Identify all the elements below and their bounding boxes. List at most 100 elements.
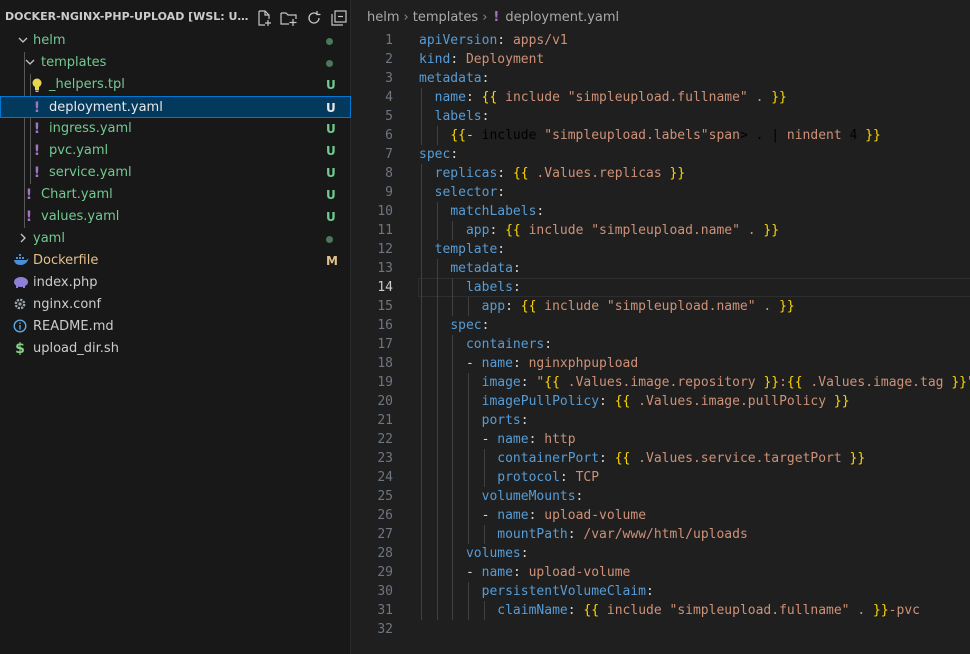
code-line[interactable]: 32 <box>351 620 970 639</box>
workspace-title[interactable]: DOCKER-NGINX-PHP-UPLOAD [WSL: UBU... <box>5 10 251 23</box>
yaml-file-icon: ! <box>33 100 41 116</box>
code-line[interactable]: 11 app: {{ include "simpleupload.name" .… <box>351 221 970 240</box>
code-line[interactable]: 21 ports: <box>351 411 970 430</box>
tree-item-helm[interactable]: helm <box>0 30 351 52</box>
code-line[interactable]: 9 selector: <box>351 183 970 202</box>
info-icon <box>13 319 27 335</box>
code-line[interactable]: 25 volumeMounts: <box>351 487 970 506</box>
line-number: 9 <box>385 185 393 200</box>
new-folder-icon[interactable] <box>280 9 298 27</box>
code-line[interactable]: 22 - name: http <box>351 430 970 449</box>
refresh-icon[interactable] <box>305 9 323 27</box>
line-number: 23 <box>377 451 393 466</box>
line-number: 8 <box>385 166 393 181</box>
tree-item-label: service.yaml <box>49 165 132 180</box>
shell-script-icon: $ <box>15 341 25 357</box>
code-line[interactable]: 29 - name: upload-volume <box>351 563 970 582</box>
code-line[interactable]: 16 spec: <box>351 316 970 335</box>
code-text: - name: upload-volume <box>465 565 631 580</box>
code-line[interactable]: 4 name: {{ include "simpleupload.fullnam… <box>351 88 970 107</box>
tree-item-nginx-conf[interactable]: nginx.conf <box>0 294 351 316</box>
breadcrumb-item[interactable]: helm <box>367 10 400 25</box>
code-line[interactable]: 3 metadata: <box>351 69 970 88</box>
code-line[interactable]: 10 matchLabels: <box>351 202 970 221</box>
line-number: 27 <box>377 527 393 542</box>
code-line[interactable]: 14 labels: <box>351 278 970 297</box>
code-text: persistentVolumeClaim: <box>481 584 654 599</box>
code-text: {{- include "simpleupload.labels"span> .… <box>450 128 881 143</box>
explorer-sidebar: DOCKER-NGINX-PHP-UPLOAD [WSL: UBU... hel… <box>0 0 351 654</box>
line-number: 1 <box>385 33 393 48</box>
code-line[interactable]: 12 template: <box>351 240 970 259</box>
code-line[interactable]: 8 replicas: {{ .Values.replicas }} <box>351 164 970 183</box>
breadcrumb-item[interactable]: templates <box>413 10 478 25</box>
git-status-badge: U <box>326 144 336 158</box>
tree-item-readme[interactable]: README.md <box>0 316 351 338</box>
code-line[interactable]: 7 spec: <box>351 145 970 164</box>
code-text: replicas: {{ .Values.replicas }} <box>434 166 686 181</box>
code-line[interactable]: 28 volumes: <box>351 544 970 563</box>
code-line[interactable]: 27 mountPath: /var/www/html/uploads <box>351 525 970 544</box>
code-line[interactable]: 1 apiVersion: apps/v1 <box>351 31 970 50</box>
code-text: claimName: {{ include "simpleupload.full… <box>497 603 920 618</box>
code-line[interactable]: 23 containerPort: {{ .Values.service.tar… <box>351 449 970 468</box>
tree-item-label: upload_dir.sh <box>33 341 119 356</box>
code-line[interactable]: 30 persistentVolumeClaim: <box>351 582 970 601</box>
code-text: metadata: <box>419 71 490 86</box>
code-line[interactable]: 15 app: {{ include "simpleupload.name" .… <box>351 297 970 316</box>
code-line[interactable]: 19 image: "{{ .Values.image.repository }… <box>351 373 970 392</box>
chevron-right-icon: › <box>403 10 409 25</box>
code-text: spec: <box>419 147 459 162</box>
new-file-icon[interactable] <box>255 9 273 27</box>
code-line[interactable]: 17 containers: <box>351 335 970 354</box>
code-line[interactable]: 26 - name: upload-volume <box>351 506 970 525</box>
code-text: - name: upload-volume <box>481 508 647 523</box>
code-line[interactable]: 5 labels: <box>351 107 970 126</box>
tree-item-pvc-yaml[interactable]: ! pvc.yaml U <box>0 140 351 162</box>
code-line[interactable]: 13 metadata: <box>351 259 970 278</box>
git-status-badge: U <box>326 210 336 224</box>
code-text: labels: <box>465 280 521 295</box>
breadcrumb-item[interactable]: deployment.yaml <box>505 10 619 25</box>
tree-item-label: Chart.yaml <box>41 187 113 202</box>
tree-item-deployment-yaml[interactable]: ! deployment.yaml U <box>0 96 351 118</box>
tree-item-service-yaml[interactable]: ! service.yaml U <box>0 162 351 184</box>
git-status-dot <box>326 236 333 243</box>
tree-item-ingress-yaml[interactable]: ! ingress.yaml U <box>0 118 351 140</box>
code-editor[interactable]: helm › templates ›! deployment.yaml 1 apiVers… <box>351 0 970 654</box>
tree-item-upload-dir-sh[interactable]: $ upload_dir.sh <box>0 338 351 360</box>
code-line[interactable]: 6 {{- include "simpleupload.labels"span>… <box>351 126 970 145</box>
line-number: 24 <box>377 470 393 485</box>
code-text: containers: <box>465 337 553 352</box>
docker-icon <box>13 253 29 269</box>
git-status-dot <box>326 60 333 67</box>
tree-item-yaml-folder[interactable]: yaml <box>0 228 351 250</box>
tree-item-index-php[interactable]: index.php <box>0 272 351 294</box>
code-line[interactable]: 20 imagePullPolicy: {{ .Values.image.pul… <box>351 392 970 411</box>
code-text: ports: <box>481 413 529 428</box>
line-number: 11 <box>377 223 393 238</box>
tree-item-label: ingress.yaml <box>49 121 132 136</box>
tree-item-label: Dockerfile <box>33 253 99 268</box>
code-text: imagePullPolicy: {{ .Values.image.pullPo… <box>481 394 850 409</box>
code-line[interactable]: 2 kind: Deployment <box>351 50 970 69</box>
tree-item-dockerfile[interactable]: Dockerfile M <box>0 250 351 272</box>
line-number: 22 <box>377 432 393 447</box>
collapse-all-icon[interactable] <box>330 9 348 27</box>
code-line[interactable]: 31 claimName: {{ include "simpleupload.f… <box>351 601 970 620</box>
tree-item-helpers-tpl[interactable]: _helpers.tpl U <box>0 74 351 96</box>
tree-item-values-yaml[interactable]: ! values.yaml U <box>0 206 351 228</box>
tree-item-chart-yaml[interactable]: ! Chart.yaml U <box>0 184 351 206</box>
code-text: selector: <box>434 185 506 200</box>
yaml-file-icon: ! <box>493 10 500 25</box>
tree-item-templates[interactable]: templates <box>0 52 351 74</box>
yaml-file-icon: ! <box>33 121 41 137</box>
code-text: template: <box>434 242 506 257</box>
code-text: containerPort: {{ .Values.service.target… <box>497 451 866 466</box>
code-text: volumes: <box>465 546 529 561</box>
line-number: 18 <box>377 356 393 371</box>
code-text: app: {{ include "simpleupload.name" . }} <box>465 223 780 238</box>
chevron-right-icon <box>17 232 29 244</box>
code-line[interactable]: 18 - name: nginxphpupload <box>351 354 970 373</box>
code-line[interactable]: 24 protocol: TCP <box>351 468 970 487</box>
